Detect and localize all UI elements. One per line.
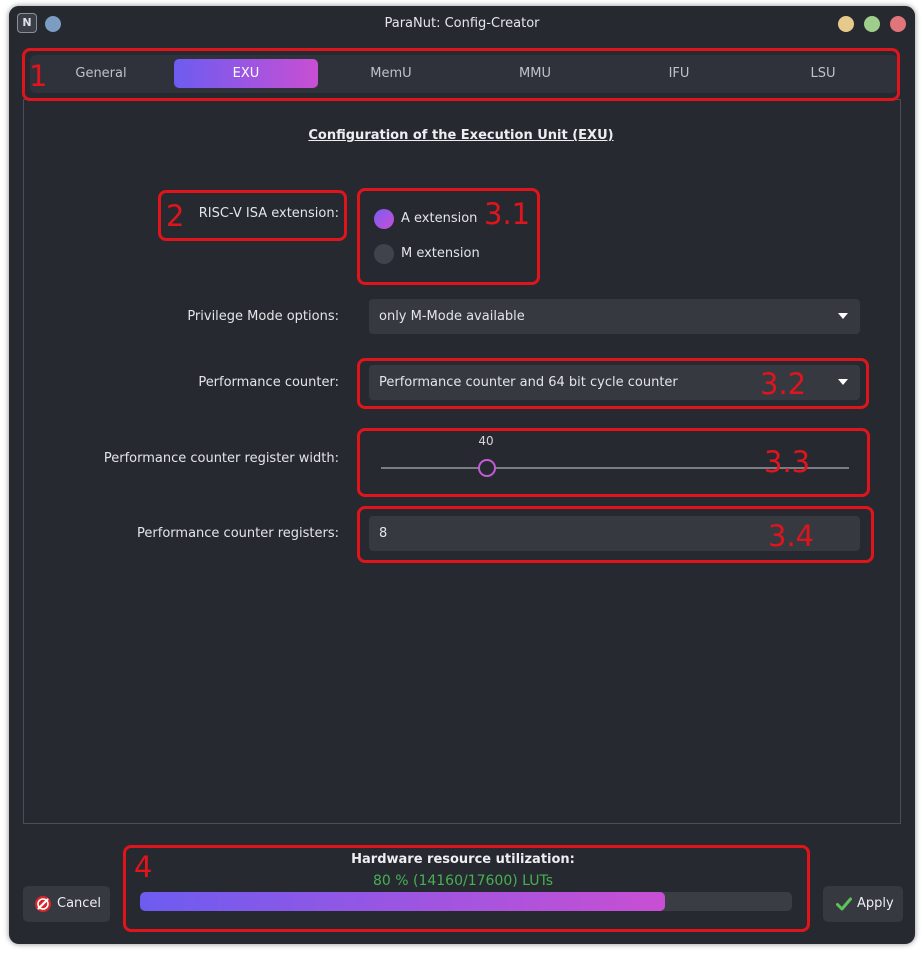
performance-counter-label: Performance counter: (198, 375, 339, 390)
hw-utilization-title: Hardware resource utilization: (351, 852, 575, 867)
cancel-label: Cancel (57, 896, 102, 911)
annotation-label-3-4: 3.4 (768, 519, 815, 553)
chevron-down-icon[interactable] (838, 313, 848, 319)
checkmark-icon (836, 897, 852, 911)
tab-mmu[interactable]: MMU (464, 59, 606, 88)
apply-label: Apply (857, 896, 894, 911)
hw-utilization-fill (140, 892, 665, 911)
chevron-down-icon[interactable] (838, 379, 848, 385)
register-width-value: 40 (478, 434, 494, 448)
annotation-label-4: 4 (134, 850, 153, 884)
m-extension-label: M extension (401, 246, 480, 261)
annotation-label-1: 1 (29, 59, 48, 93)
maximize-icon[interactable] (864, 16, 880, 32)
privilege-mode-value: only M-Mode available (379, 309, 525, 324)
tab-memu[interactable]: MemU (320, 59, 462, 88)
isa-extension-label: RISC-V ISA extension: (198, 206, 339, 221)
annotation-label-3-3: 3.3 (764, 445, 811, 479)
cancel-icon (35, 896, 51, 912)
annotation-label-3-1: 3.1 (484, 197, 531, 231)
tab-bar: General EXU MemU MMU IFU LSU (30, 55, 898, 93)
hw-utilization-bar (140, 892, 792, 911)
tab-general[interactable]: General (30, 59, 172, 88)
minimize-icon[interactable] (838, 16, 854, 32)
page-title: Configuration of the Execution Unit (EXU… (308, 128, 614, 143)
annotation-label-2: 2 (166, 199, 185, 233)
tab-lsu[interactable]: LSU (752, 59, 894, 88)
tab-ifu[interactable]: IFU (608, 59, 750, 88)
apply-button[interactable]: Apply (823, 886, 903, 922)
privilege-mode-label: Privilege Mode options: (187, 309, 339, 324)
title-bar[interactable]: N ParaNut: Config-Creator (9, 6, 915, 42)
hw-utilization-text: 80 % (14160/17600) LUTs (372, 873, 554, 889)
privilege-mode-select[interactable]: only M-Mode available (369, 299, 860, 334)
register-width-label: Performance counter register width: (103, 451, 339, 466)
cancel-button[interactable]: Cancel (23, 886, 110, 922)
register-width-slider-handle[interactable] (478, 459, 496, 477)
counter-registers-label: Performance counter registers: (137, 526, 339, 541)
close-icon[interactable] (890, 16, 906, 32)
m-extension-indicator[interactable] (374, 244, 394, 264)
annotation-label-3-2: 3.2 (760, 367, 807, 401)
window-title: ParaNut: Config-Creator (384, 16, 540, 31)
a-extension-indicator[interactable] (374, 209, 394, 229)
tab-exu[interactable]: EXU (174, 59, 318, 88)
a-extension-label: A extension (401, 211, 478, 226)
performance-counter-value: Performance counter and 64 bit cycle cou… (379, 375, 678, 390)
